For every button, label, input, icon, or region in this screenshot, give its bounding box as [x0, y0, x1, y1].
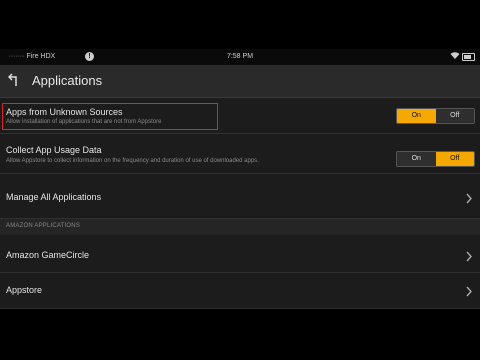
unknown-sources-off-button[interactable]: Off: [435, 109, 474, 123]
list-item-appstore[interactable]: Appstore: [0, 273, 480, 309]
page-title: Applications: [32, 73, 103, 88]
title-bar: Applications: [0, 65, 480, 98]
chevron-right-icon: [466, 249, 472, 267]
back-arrow-icon[interactable]: [7, 73, 24, 92]
usage-data-desc: Allow Appstore to collect information on…: [6, 158, 259, 164]
gamecircle-label: Amazon GameCircle: [6, 250, 90, 260]
chevron-right-icon: [466, 284, 472, 302]
usage-data-on-button[interactable]: On: [397, 152, 436, 166]
list-item-gamecircle[interactable]: Amazon GameCircle: [0, 236, 480, 273]
amazon-applications-header: AMAZON APPLICATIONS: [0, 219, 480, 235]
highlight-box: [2, 103, 218, 130]
manage-all-applications-row[interactable]: Manage All Applications: [0, 174, 480, 219]
unknown-sources-on-button[interactable]: On: [397, 109, 436, 123]
section-title: AMAZON APPLICATIONS: [6, 223, 81, 229]
setting-row-usage-data: Collect App Usage Data Allow Appstore to…: [0, 134, 480, 174]
manage-all-label: Manage All Applications: [6, 192, 102, 202]
wifi-icon: [450, 51, 460, 62]
status-bar: ········· Fire HDX ! 7:58 PM: [0, 49, 480, 65]
usage-data-off-button[interactable]: Off: [435, 152, 474, 166]
clock: 7:58 PM: [226, 53, 254, 60]
usage-data-toggle[interactable]: On Off: [396, 151, 475, 167]
chevron-right-icon: [466, 191, 472, 209]
usage-data-label: Collect App Usage Data: [6, 145, 102, 155]
unknown-sources-toggle[interactable]: On Off: [396, 108, 475, 124]
appstore-label: Appstore: [6, 285, 43, 295]
battery-icon: [462, 53, 475, 61]
settings-screen: ········· Fire HDX ! 7:58 PM Application…: [0, 49, 480, 309]
